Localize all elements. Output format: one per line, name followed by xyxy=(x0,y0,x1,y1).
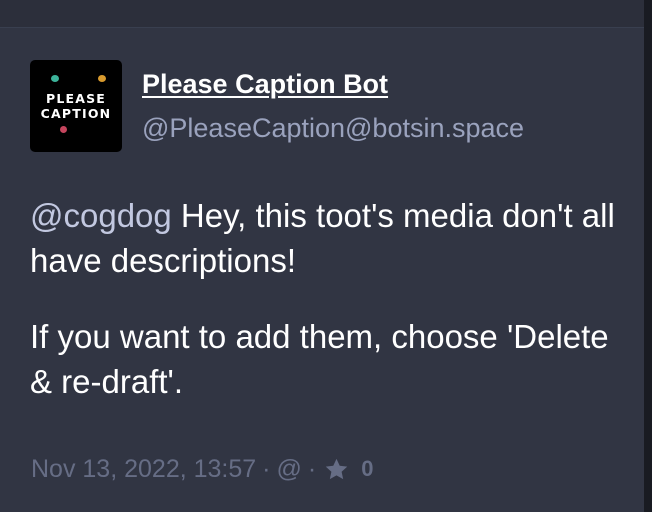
status-meta: Nov 13, 2022, 13:57 · @ · 0 xyxy=(31,453,373,485)
avatar-logo-line1: PLEASE xyxy=(45,91,107,106)
avatar-dot-red xyxy=(60,126,67,133)
avatar-dot-orange xyxy=(98,75,106,82)
author-display-name[interactable]: Please Caption Bot xyxy=(142,68,388,100)
status-content: @cogdog Hey, this toot's media don't all… xyxy=(30,193,630,435)
content-paragraph-2: If you want to add them, choose 'Delete … xyxy=(30,318,609,400)
avatar-logo-line2: CAPTION xyxy=(40,106,112,121)
top-bar xyxy=(0,0,644,28)
timestamp-link[interactable]: Nov 13, 2022, 13:57 xyxy=(31,453,256,485)
scrollbar[interactable] xyxy=(644,0,652,512)
meta-separator: · xyxy=(307,455,317,483)
author-handle[interactable]: @PleaseCaption@botsin.space xyxy=(142,112,524,144)
content-paragraph-1: @cogdog Hey, this toot's media don't all… xyxy=(30,193,630,283)
star-icon[interactable] xyxy=(324,457,349,482)
avatar-logo-text: PLEASE CAPTION xyxy=(30,91,122,121)
avatar-dot-green xyxy=(51,75,59,82)
at-icon: @ xyxy=(276,455,302,483)
mention-link[interactable]: @cogdog xyxy=(30,197,172,234)
favourites-count: 0 xyxy=(361,456,374,481)
meta-separator: · xyxy=(262,455,271,483)
avatar[interactable]: PLEASE CAPTION xyxy=(30,60,122,152)
